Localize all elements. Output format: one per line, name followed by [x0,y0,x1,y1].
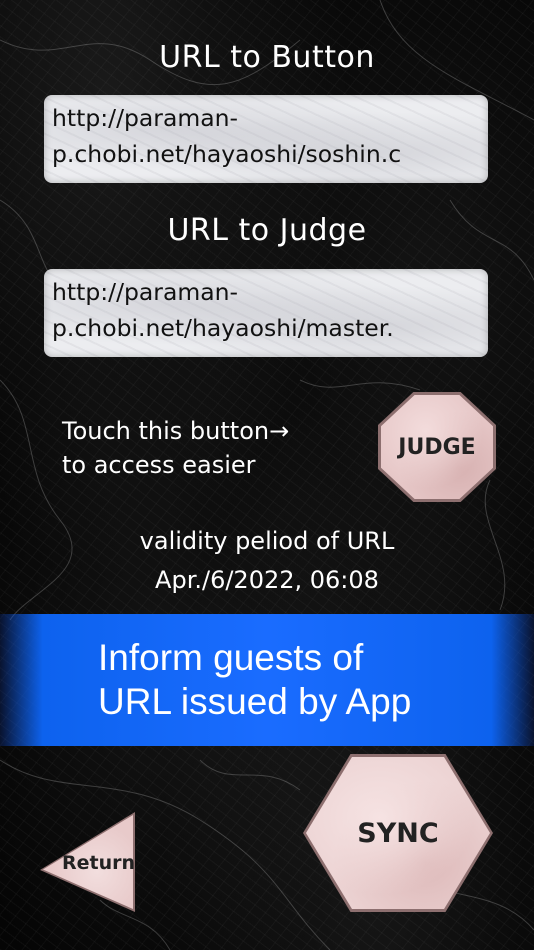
validity-label: validity peliod of URL [139,527,395,555]
url-to-button-field[interactable]: http://paraman- p.chobi.net/hayaoshi/sos… [44,95,488,183]
url-to-judge-heading: URL to Judge [167,213,367,248]
validity-date: Apr./6/2022, 06:08 [155,566,379,594]
judge-button-label: JUDGE [398,434,476,460]
url-to-button-line2: p.chobi.net/hayaoshi/soshin.c [52,140,402,168]
hint-text: Touch this button→ to access easier [62,414,289,482]
sync-button-label: SYNC [357,817,439,849]
banner-line2: URL issued by App [98,681,412,722]
inform-guests-banner[interactable]: Inform guests of URL issued by App [0,614,534,746]
hint-line2: to access easier [62,451,256,479]
url-to-button-line1: http://paraman- [52,104,239,132]
url-to-judge-field[interactable]: http://paraman- p.chobi.net/hayaoshi/mas… [44,269,488,357]
url-to-judge-line2: p.chobi.net/hayaoshi/master. [52,314,394,342]
banner-line1: Inform guests of [98,637,364,678]
return-button-label[interactable]: Return [62,852,135,874]
url-to-judge-line1: http://paraman- [52,278,239,306]
hint-line1: Touch this button→ [62,417,290,445]
url-to-button-heading: URL to Button [159,40,375,75]
